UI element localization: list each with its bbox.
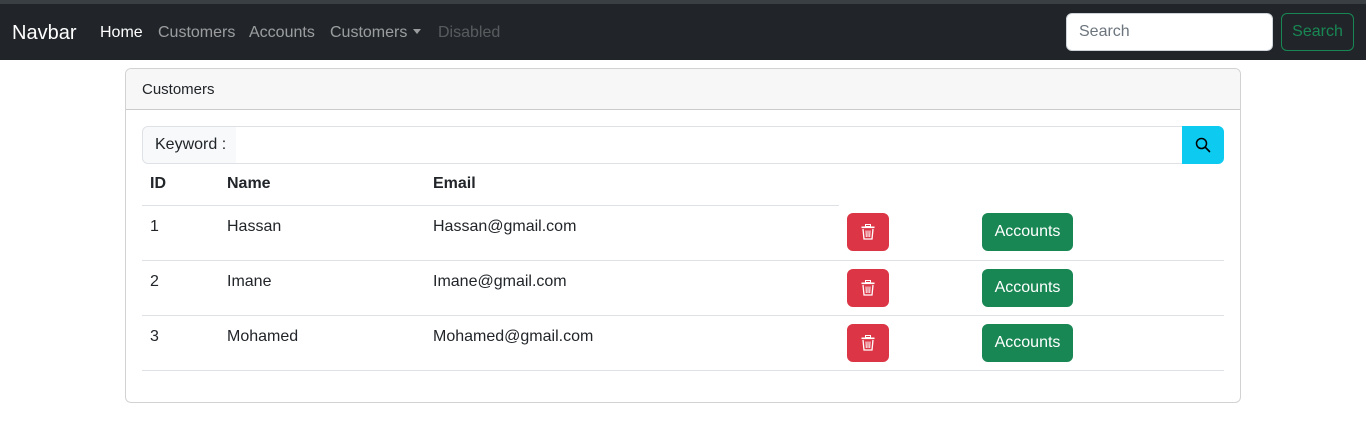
cell-id: 3 [142, 315, 219, 371]
cell-accounts: Accounts [974, 315, 1224, 371]
accounts-button[interactable]: Accounts [982, 213, 1073, 252]
caret-down-icon [413, 29, 422, 34]
column-header-id: ID [142, 164, 219, 206]
keyword-search-button[interactable] [1182, 126, 1224, 164]
cell-email: Mohamed@gmail.com [425, 315, 839, 371]
cell-name: Imane [219, 260, 425, 316]
cell-email: Hassan@gmail.com [425, 205, 839, 261]
table-row: 1 Hassan Hassan@gmail.com Accounts [142, 205, 1224, 261]
cell-delete [839, 205, 974, 261]
nav-link-accounts[interactable]: Accounts [249, 23, 315, 43]
nav-link-customers[interactable]: Customers [158, 23, 235, 43]
trash-icon [861, 334, 875, 351]
cell-id: 2 [142, 260, 219, 316]
cell-name: Hassan [219, 205, 425, 261]
nav-dropdown-label: Customers [330, 24, 408, 41]
navbar-brand[interactable]: Navbar [12, 21, 76, 45]
nav-dropdown-customers[interactable]: Customers [330, 23, 422, 43]
navbar: Navbar Home Customers Accounts Customers… [0, 4, 1366, 60]
trash-icon [861, 279, 875, 296]
cell-name: Mohamed [219, 315, 425, 371]
navbar-search-button[interactable]: Search [1281, 13, 1354, 51]
cell-email: Imane@gmail.com [425, 260, 839, 316]
trash-icon [861, 224, 875, 240]
navbar-search-input[interactable] [1066, 13, 1273, 51]
table-row: 2 Imane Imane@gmail.com Accounts [142, 260, 1224, 316]
nav-link-home[interactable]: Home [100, 23, 143, 43]
cell-delete [839, 260, 974, 316]
nav-link-disabled: Disabled [438, 24, 501, 41]
accounts-button[interactable]: Accounts [982, 323, 1073, 362]
table-header-row: ID Name Email [142, 164, 1224, 206]
keyword-label: Keyword : [142, 126, 237, 164]
cell-accounts: Accounts [974, 260, 1224, 316]
column-header-email: Email [425, 164, 839, 206]
delete-button[interactable] [847, 268, 889, 307]
customers-card: Customers Keyword : ID Name Email 1 Hass… [125, 68, 1241, 403]
accounts-button[interactable]: Accounts [982, 268, 1073, 307]
keyword-input[interactable] [236, 126, 1183, 164]
column-header-name: Name [219, 164, 425, 206]
cell-id: 1 [142, 205, 219, 261]
search-icon [1195, 137, 1211, 153]
keyword-search-group: Keyword : [142, 126, 1224, 164]
cell-accounts: Accounts [974, 205, 1224, 261]
card-header: Customers [126, 69, 1240, 110]
cell-delete [839, 315, 974, 371]
customers-table: ID Name Email 1 Hassan Hassan@gmail.com [142, 164, 1224, 371]
column-header-delete [839, 164, 974, 205]
table-row: 3 Mohamed Mohamed@gmail.com Accounts [142, 315, 1224, 371]
delete-button[interactable] [847, 213, 889, 252]
delete-button[interactable] [847, 323, 889, 362]
column-header-accounts [974, 164, 1224, 205]
